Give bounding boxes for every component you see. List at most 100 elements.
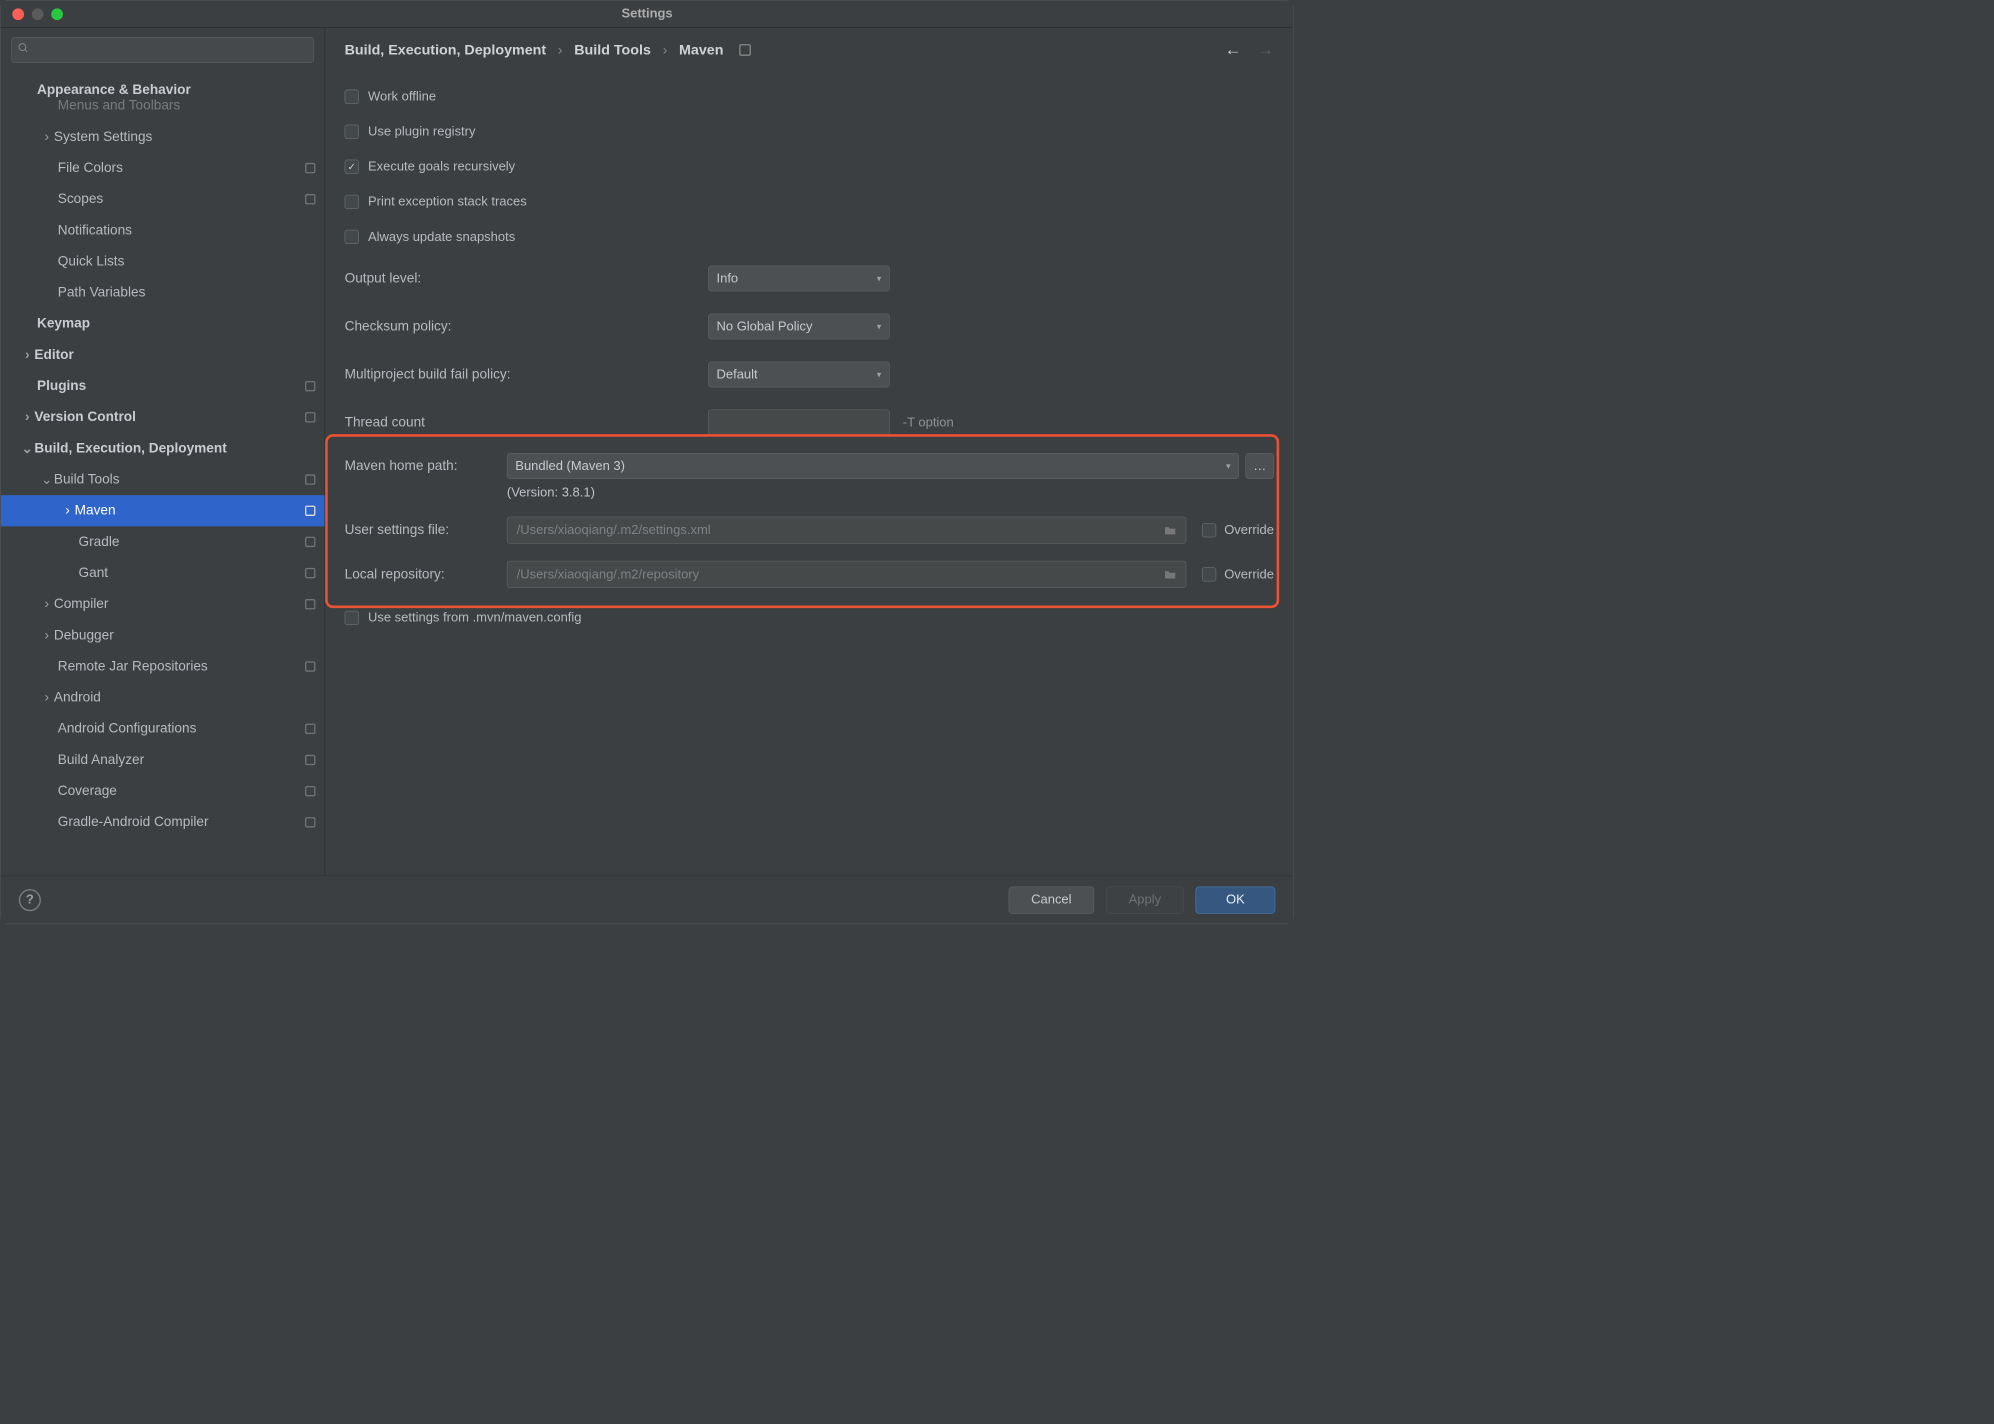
- title-bar: Settings: [1, 1, 1294, 28]
- project-badge-icon: [305, 724, 315, 734]
- chevron-right-icon: ›: [20, 410, 34, 426]
- work-offline-row[interactable]: Work offline: [345, 80, 1274, 112]
- tree-gradle[interactable]: Gradle: [1, 526, 325, 557]
- project-badge-icon: [305, 817, 315, 827]
- tree-keymap[interactable]: Keymap: [1, 308, 325, 339]
- tree-build-tools[interactable]: ⌄Build Tools: [1, 464, 325, 495]
- project-badge-icon: [305, 755, 315, 765]
- cancel-button[interactable]: Cancel: [1008, 886, 1094, 913]
- tree-compiler[interactable]: ›Compiler: [1, 589, 325, 620]
- checkbox-label: Print exception stack traces: [368, 194, 527, 209]
- tree-build-execution-deployment[interactable]: ⌄Build, Execution, Deployment: [1, 433, 325, 464]
- checkbox-checked-icon[interactable]: [345, 160, 359, 174]
- close-window-icon[interactable]: [12, 8, 24, 20]
- maven-home-select[interactable]: Bundled (Maven 3)▾: [507, 453, 1239, 479]
- chevron-down-icon: ▾: [877, 321, 882, 332]
- folder-icon[interactable]: [1164, 569, 1177, 579]
- apply-button: Apply: [1106, 886, 1184, 913]
- settings-search-input[interactable]: [11, 37, 314, 63]
- tree-path-variables[interactable]: Path Variables: [1, 277, 325, 308]
- output-level-label: Output level:: [345, 271, 708, 287]
- thread-count-label: Thread count: [345, 415, 708, 431]
- checkbox-label: Use settings from .mvn/maven.config: [368, 610, 582, 625]
- breadcrumb-item[interactable]: Build Tools: [574, 41, 651, 58]
- breadcrumb-item[interactable]: Build, Execution, Deployment: [345, 41, 547, 58]
- tree-android-configurations[interactable]: Android Configurations: [1, 713, 325, 744]
- minimize-window-icon[interactable]: [32, 8, 44, 20]
- local-repository-input[interactable]: /Users/xiaoqiang/.m2/repository: [507, 561, 1187, 588]
- override-user-settings-checkbox[interactable]: [1202, 523, 1216, 537]
- settings-content: Build, Execution, Deployment › Build Too…: [325, 28, 1293, 876]
- project-badge-icon: [305, 163, 315, 173]
- help-button[interactable]: ?: [19, 889, 41, 911]
- tree-version-control[interactable]: ›Version Control: [1, 402, 325, 433]
- tree-quick-lists[interactable]: Quick Lists: [1, 246, 325, 277]
- maximize-window-icon[interactable]: [51, 8, 63, 20]
- checkbox-unchecked-icon[interactable]: [345, 611, 359, 625]
- tree-notifications[interactable]: Notifications: [1, 215, 325, 246]
- always-update-snapshots-row[interactable]: Always update snapshots: [345, 221, 1274, 253]
- chevron-down-icon: ▾: [1226, 460, 1231, 471]
- multiproject-policy-label: Multiproject build fail policy:: [345, 367, 708, 383]
- project-badge-icon: [305, 599, 315, 609]
- tree-build-analyzer[interactable]: Build Analyzer: [1, 744, 325, 775]
- use-plugin-registry-row[interactable]: Use plugin registry: [345, 116, 1274, 148]
- maven-home-browse-button[interactable]: …: [1245, 453, 1274, 479]
- tree-editor[interactable]: ›Editor: [1, 339, 325, 370]
- tree-android[interactable]: ›Android: [1, 682, 325, 713]
- project-badge-icon: [305, 506, 315, 516]
- project-badge-icon: [305, 381, 315, 391]
- chevron-right-icon: ›: [40, 690, 54, 706]
- multiproject-policy-select[interactable]: Default▾: [708, 361, 890, 387]
- project-badge-icon: [305, 194, 315, 204]
- tree-debugger[interactable]: ›Debugger: [1, 620, 325, 651]
- nav-forward-button: →: [1257, 40, 1274, 60]
- tree-remote-jar[interactable]: Remote Jar Repositories: [1, 651, 325, 682]
- tree-plugins[interactable]: Plugins: [1, 371, 325, 402]
- output-level-select[interactable]: Info▾: [708, 265, 890, 291]
- chevron-right-icon: ›: [20, 347, 34, 363]
- tree-system-settings[interactable]: ›System Settings: [1, 121, 325, 152]
- print-exception-row[interactable]: Print exception stack traces: [345, 186, 1274, 218]
- override-label: Override: [1224, 523, 1274, 538]
- tree-file-colors[interactable]: File Colors: [1, 153, 325, 184]
- use-mvn-config-row[interactable]: Use settings from .mvn/maven.config: [345, 602, 1274, 634]
- settings-tree: Appearance & Behavior Menus and Toolbars…: [1, 72, 325, 875]
- chevron-down-icon: ⌄: [40, 471, 54, 487]
- folder-icon[interactable]: [1164, 525, 1177, 535]
- project-badge-icon: [739, 44, 751, 56]
- window-title: Settings: [621, 6, 672, 21]
- chevron-right-icon: ›: [40, 596, 54, 612]
- maven-home-label: Maven home path:: [345, 458, 507, 474]
- project-badge-icon: [305, 412, 315, 422]
- checkbox-unchecked-icon[interactable]: [345, 90, 359, 104]
- checkbox-unchecked-icon[interactable]: [345, 125, 359, 139]
- checkbox-unchecked-icon[interactable]: [345, 195, 359, 209]
- breadcrumb-item: Maven: [679, 41, 723, 58]
- ok-button[interactable]: OK: [1196, 886, 1276, 913]
- checksum-policy-select[interactable]: No Global Policy▾: [708, 313, 890, 339]
- user-settings-file-input[interactable]: /Users/xiaoqiang/.m2/settings.xml: [507, 517, 1187, 544]
- search-icon: [18, 42, 30, 54]
- dialog-button-row: ? Cancel Apply OK: [1, 876, 1294, 924]
- chevron-down-icon: ▾: [877, 273, 882, 284]
- tree-scopes[interactable]: Scopes: [1, 184, 325, 215]
- nav-back-button[interactable]: ←: [1225, 40, 1242, 60]
- tree-gradle-android-compiler[interactable]: Gradle-Android Compiler: [1, 807, 325, 838]
- chevron-down-icon: ▾: [877, 369, 882, 380]
- chevron-right-icon: ›: [60, 503, 74, 519]
- thread-count-input[interactable]: [708, 410, 890, 436]
- chevron-right-icon: ›: [663, 41, 668, 58]
- checkbox-label: Work offline: [368, 89, 436, 104]
- tree-gant[interactable]: Gant: [1, 557, 325, 588]
- override-local-repo-checkbox[interactable]: [1202, 567, 1216, 581]
- local-repository-label: Local repository:: [345, 567, 507, 583]
- checkbox-label: Execute goals recursively: [368, 159, 515, 174]
- execute-goals-recursively-row[interactable]: Execute goals recursively: [345, 151, 1274, 183]
- checkbox-unchecked-icon[interactable]: [345, 230, 359, 244]
- checkbox-label: Use plugin registry: [368, 124, 475, 139]
- tree-maven[interactable]: ›Maven: [1, 495, 325, 526]
- tree-coverage[interactable]: Coverage: [1, 776, 325, 807]
- thread-count-note: -T option: [903, 415, 954, 430]
- ellipsis-icon: …: [1253, 459, 1266, 474]
